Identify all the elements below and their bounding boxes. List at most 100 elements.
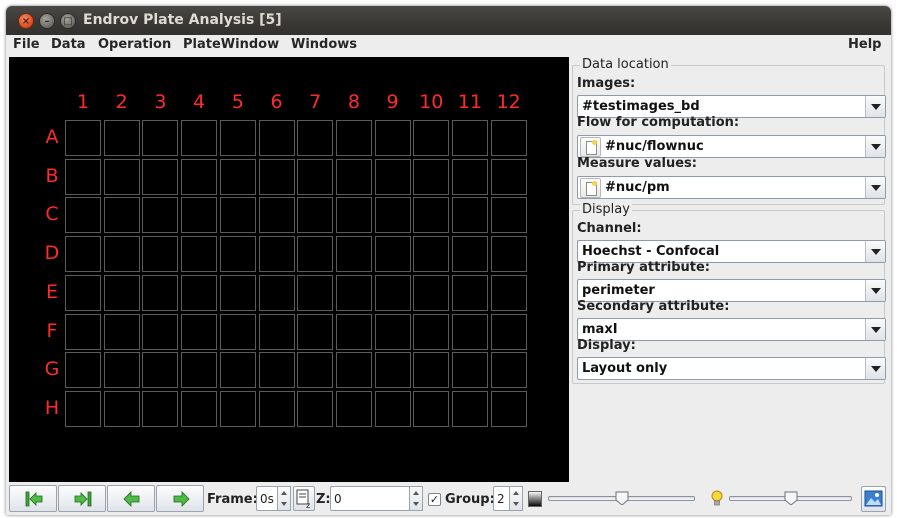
plate-well[interactable] [297, 197, 334, 234]
z-spinner[interactable] [409, 486, 423, 511]
contrast-slider-thumb[interactable] [615, 491, 629, 505]
group-checkbox[interactable]: ✓ [428, 493, 441, 506]
plate-well[interactable] [297, 236, 334, 273]
plate-well[interactable] [142, 390, 179, 427]
frame-spinner[interactable] [277, 486, 291, 511]
maximize-window-button[interactable]: □ [60, 13, 76, 29]
plate-well[interactable] [181, 158, 218, 195]
plate-well[interactable] [181, 274, 218, 311]
plate-well[interactable] [219, 158, 256, 195]
plate-well[interactable] [297, 313, 334, 350]
plate-well[interactable] [335, 120, 372, 156]
plate-well[interactable] [413, 390, 450, 427]
plate-well[interactable] [181, 236, 218, 273]
chevron-down-icon[interactable] [865, 280, 885, 301]
plate-well[interactable] [258, 352, 295, 389]
plate-well[interactable] [335, 274, 372, 311]
plate-well[interactable] [65, 390, 101, 427]
plate-well[interactable] [374, 120, 411, 156]
minimize-window-button[interactable]: – [39, 13, 55, 29]
plate-well[interactable] [65, 274, 101, 311]
plate-well[interactable] [297, 352, 334, 389]
plate-well[interactable] [490, 352, 527, 389]
new-file-icon[interactable] [580, 137, 601, 157]
plate-well[interactable] [258, 313, 295, 350]
plate-well[interactable] [181, 313, 218, 350]
plate-well[interactable] [413, 352, 450, 389]
plate-well[interactable] [258, 274, 295, 311]
last-frame-button[interactable] [58, 485, 106, 512]
plate-well[interactable] [142, 120, 179, 156]
plate-well[interactable] [374, 352, 411, 389]
plate-well[interactable] [297, 274, 334, 311]
plate-well[interactable] [335, 197, 372, 234]
plate-well[interactable] [374, 158, 411, 195]
plate-well[interactable] [490, 197, 527, 234]
plate-well[interactable] [490, 120, 527, 156]
plate-well[interactable] [490, 390, 527, 427]
plate-well[interactable] [374, 197, 411, 234]
plate-well[interactable] [413, 158, 450, 195]
plate-well[interactable] [142, 236, 179, 273]
prev-frame-button[interactable] [107, 485, 155, 512]
close-window-button[interactable]: × [18, 13, 34, 29]
plate-well[interactable] [103, 236, 140, 273]
group-spinner[interactable] [509, 486, 523, 511]
plate-well[interactable] [413, 274, 450, 311]
plate-well[interactable] [490, 158, 527, 195]
plate-well[interactable] [490, 313, 527, 350]
plate-well[interactable] [65, 158, 101, 195]
plate-well[interactable] [452, 274, 488, 311]
plate-well[interactable] [103, 313, 140, 350]
plate-well[interactable] [219, 274, 256, 311]
next-frame-button[interactable] [156, 485, 204, 512]
plate-well[interactable] [258, 120, 295, 156]
image-view-button[interactable] [861, 486, 886, 512]
plate-well[interactable] [297, 120, 334, 156]
measure-combo[interactable]: #nuc/pm [577, 176, 886, 199]
plate-well[interactable] [374, 390, 411, 427]
plate-well[interactable] [452, 120, 488, 156]
brightness-slider-thumb[interactable] [784, 491, 798, 505]
display-mode-combo[interactable]: Layout only [577, 357, 886, 380]
menu-help[interactable]: Help [848, 37, 881, 52]
plate-well[interactable] [142, 352, 179, 389]
menu-file[interactable]: File [13, 37, 40, 52]
plate-well[interactable] [219, 236, 256, 273]
plate-well[interactable] [297, 158, 334, 195]
plate-well[interactable] [219, 313, 256, 350]
plate-well[interactable] [65, 120, 101, 156]
plate-well[interactable] [103, 274, 140, 311]
plate-well[interactable] [65, 352, 101, 389]
plate-well[interactable] [413, 120, 450, 156]
plate-well[interactable] [297, 390, 334, 427]
menu-data[interactable]: Data [51, 37, 86, 52]
plate-well[interactable] [219, 352, 256, 389]
plate-well[interactable] [490, 274, 527, 311]
plate-well[interactable] [452, 158, 488, 195]
new-file-icon[interactable] [580, 178, 601, 198]
plate-well[interactable] [103, 120, 140, 156]
plate-well[interactable] [413, 313, 450, 350]
plate-well[interactable] [103, 158, 140, 195]
plate-well[interactable] [103, 197, 140, 234]
plate-well[interactable] [142, 158, 179, 195]
plate-well[interactable] [452, 197, 488, 234]
plate-well[interactable] [103, 352, 140, 389]
plate-well[interactable] [103, 390, 140, 427]
chevron-down-icon[interactable] [865, 136, 885, 157]
plate-well[interactable] [181, 390, 218, 427]
plate-canvas[interactable]: 1 2 3 4 5 6 7 8 9 10 11 12 A B C D E F G H [9, 57, 569, 482]
plate-well[interactable] [335, 158, 372, 195]
plate-well[interactable] [142, 313, 179, 350]
plate-well[interactable] [413, 197, 450, 234]
plate-well[interactable] [452, 352, 488, 389]
plate-well[interactable] [142, 274, 179, 311]
chevron-down-icon[interactable] [865, 96, 885, 117]
plate-well[interactable] [258, 236, 295, 273]
plate-well[interactable] [65, 313, 101, 350]
plate-well[interactable] [452, 236, 488, 273]
plate-well[interactable] [335, 313, 372, 350]
plate-well[interactable] [490, 236, 527, 273]
menu-operation[interactable]: Operation [98, 37, 171, 52]
